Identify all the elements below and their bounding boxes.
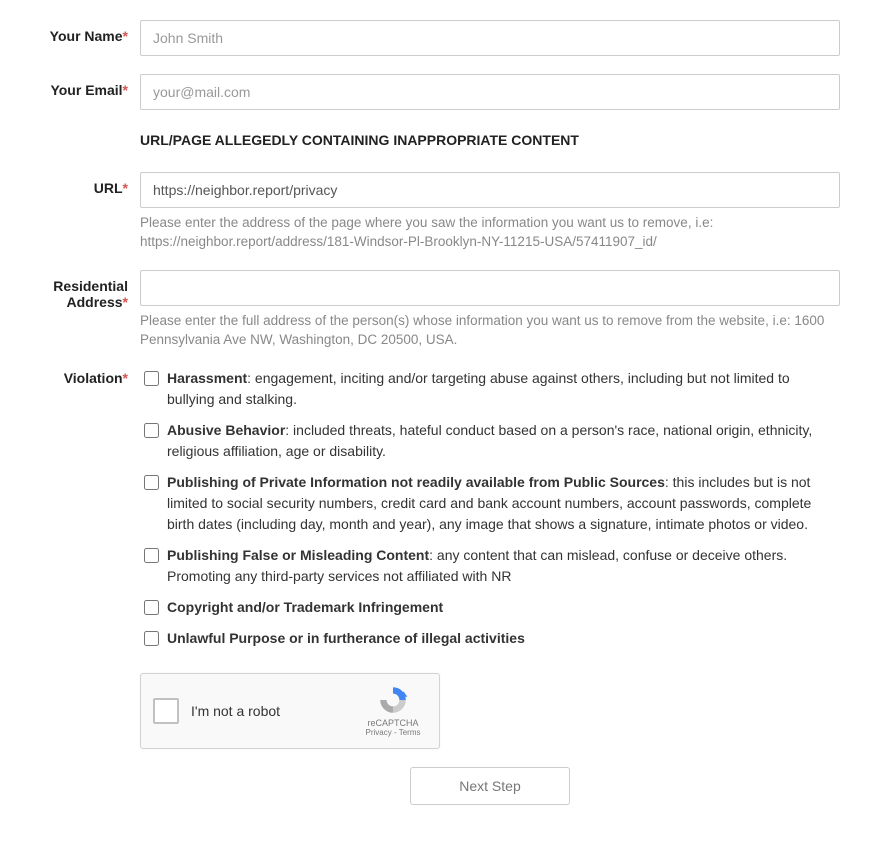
violation-text: Unlawful Purpose or in furtherance of il…: [167, 628, 840, 649]
violation-checkbox-false-content[interactable]: [144, 548, 159, 563]
violation-item: Copyright and/or Trademark Infringement: [140, 597, 840, 618]
violation-checkbox-harassment[interactable]: [144, 371, 159, 386]
violation-item: Unlawful Purpose or in furtherance of il…: [140, 628, 840, 649]
row-violation: Violation* Harassment: engagement, incit…: [20, 368, 876, 805]
name-input[interactable]: [140, 20, 840, 56]
label-url: URL*: [94, 180, 128, 196]
label-address: Residential Address*: [53, 278, 128, 310]
violation-text: Copyright and/or Trademark Infringement: [167, 597, 840, 618]
violation-checkbox-private-info[interactable]: [144, 475, 159, 490]
recaptcha-icon: [377, 684, 409, 716]
email-input[interactable]: [140, 74, 840, 110]
row-url: URL* Please enter the address of the pag…: [20, 172, 876, 252]
violation-item: Publishing False or Misleading Content: …: [140, 545, 840, 587]
recaptcha-brand-text: reCAPTCHA: [367, 718, 418, 728]
violation-checkbox-unlawful[interactable]: [144, 631, 159, 646]
violation-item: Abusive Behavior: included threats, hate…: [140, 420, 840, 462]
row-address: Residential Address* Please enter the fu…: [20, 270, 876, 350]
recaptcha-checkbox[interactable]: [153, 698, 179, 724]
label-name: Your Name*: [50, 28, 128, 44]
url-helper: Please enter the address of the page whe…: [140, 214, 840, 252]
violation-text: Publishing of Private Information not re…: [167, 472, 840, 535]
violation-item: Harassment: engagement, inciting and/or …: [140, 368, 840, 410]
violation-text: Abusive Behavior: included threats, hate…: [167, 420, 840, 462]
violation-checkbox-copyright[interactable]: [144, 600, 159, 615]
violation-text: Harassment: engagement, inciting and/or …: [167, 368, 840, 410]
address-helper: Please enter the full address of the per…: [140, 312, 840, 350]
row-email: Your Email*: [20, 74, 876, 110]
label-violation: Violation*: [64, 370, 128, 386]
row-name: Your Name*: [20, 20, 876, 56]
violation-text: Publishing False or Misleading Content: …: [167, 545, 840, 587]
next-step-button[interactable]: Next Step: [410, 767, 569, 805]
recaptcha-widget[interactable]: I'm not a robot reCAPTCHA Privacy - Term…: [140, 673, 440, 749]
label-email: Your Email*: [50, 82, 128, 98]
address-input[interactable]: [140, 270, 840, 306]
recaptcha-links[interactable]: Privacy - Terms: [366, 728, 421, 737]
recaptcha-label: I'm not a robot: [191, 703, 359, 719]
violation-checkbox-abusive[interactable]: [144, 423, 159, 438]
section-header: URL/PAGE ALLEGEDLY CONTAINING INAPPROPRI…: [140, 132, 840, 148]
url-input[interactable]: [140, 172, 840, 208]
violation-item: Publishing of Private Information not re…: [140, 472, 840, 535]
recaptcha-brand: reCAPTCHA Privacy - Terms: [359, 684, 427, 737]
row-section-header: URL/PAGE ALLEGEDLY CONTAINING INAPPROPRI…: [20, 128, 876, 164]
